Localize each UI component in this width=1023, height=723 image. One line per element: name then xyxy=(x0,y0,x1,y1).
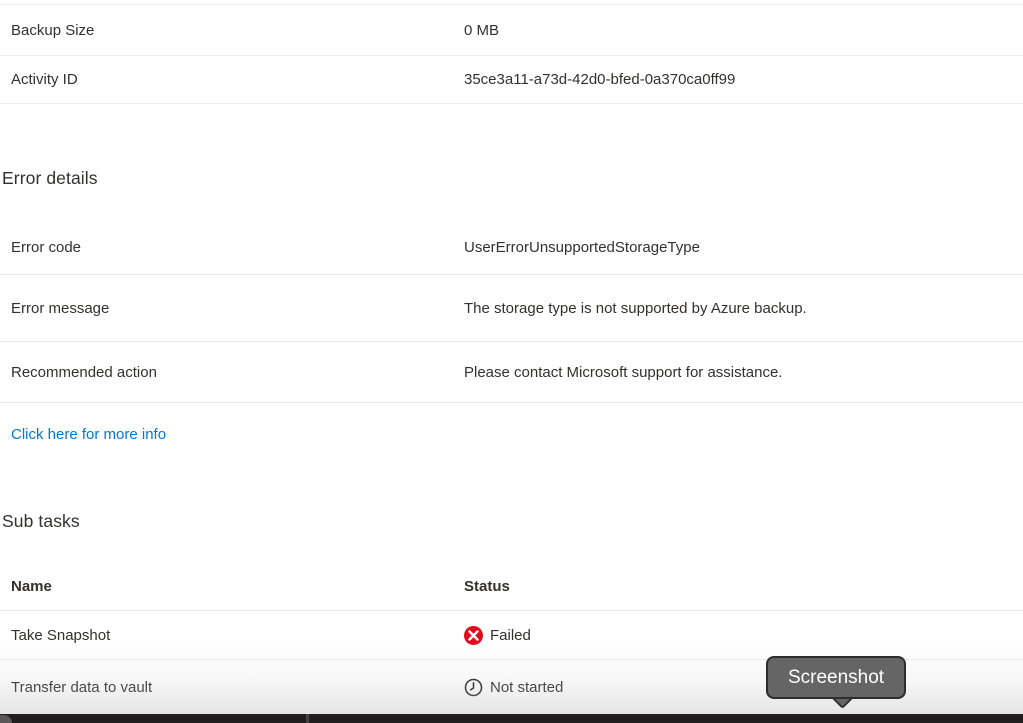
column-header-name: Name xyxy=(11,578,52,595)
subtasks-header-row: Name Status xyxy=(0,563,1023,611)
error-label: Recommended action xyxy=(11,363,157,381)
error-value: Please contact Microsoft support for ass… xyxy=(464,363,783,381)
detail-row-activity-id: Activity ID 35ce3a11-a73d-42d0-bfed-0a37… xyxy=(0,56,1023,104)
failed-icon xyxy=(464,625,483,645)
error-row-recommended-action: Recommended action Please contact Micros… xyxy=(0,342,1023,403)
job-details-list: Backup Size 0 MB Activity ID 35ce3a11-a7… xyxy=(0,4,1023,104)
detail-row-backup-size: Backup Size 0 MB xyxy=(0,5,1023,56)
subtask-name: Transfer data to vault xyxy=(11,678,153,696)
bottom-window-edge xyxy=(0,714,1023,723)
subtasks-heading: Sub tasks xyxy=(2,511,80,531)
table-row: Take Snapshot Failed xyxy=(0,611,1023,660)
window-edge-divider xyxy=(306,714,309,723)
screenshot-tooltip: Screenshot xyxy=(766,656,906,699)
subtask-status: Failed xyxy=(464,625,1023,645)
corner-blob xyxy=(0,715,12,723)
subtask-name: Take Snapshot xyxy=(11,626,111,644)
detail-value: 35ce3a11-a73d-42d0-bfed-0a370ca0ff99 xyxy=(464,71,736,88)
status-text: Failed xyxy=(490,626,531,644)
column-header-status: Status xyxy=(464,578,510,595)
error-row-code: Error code UserErrorUnsupportedStorageTy… xyxy=(0,220,1023,275)
error-label: Error message xyxy=(11,299,110,317)
subtask-status: Not started xyxy=(464,678,1023,697)
more-info-link[interactable]: Click here for more info xyxy=(11,426,166,443)
error-details-list: Error code UserErrorUnsupportedStorageTy… xyxy=(0,220,1023,403)
error-details-heading: Error details xyxy=(2,168,98,188)
detail-value: 0 MB xyxy=(464,21,500,39)
error-value: UserErrorUnsupportedStorageType xyxy=(464,238,700,256)
detail-label: Backup Size xyxy=(11,21,95,39)
status-text: Not started xyxy=(490,678,564,696)
detail-label: Activity ID xyxy=(11,71,78,88)
error-label: Error code xyxy=(11,238,82,256)
error-row-message: Error message The storage type is not su… xyxy=(0,275,1023,342)
clock-icon xyxy=(464,678,483,697)
error-value: The storage type is not supported by Azu… xyxy=(464,299,807,317)
